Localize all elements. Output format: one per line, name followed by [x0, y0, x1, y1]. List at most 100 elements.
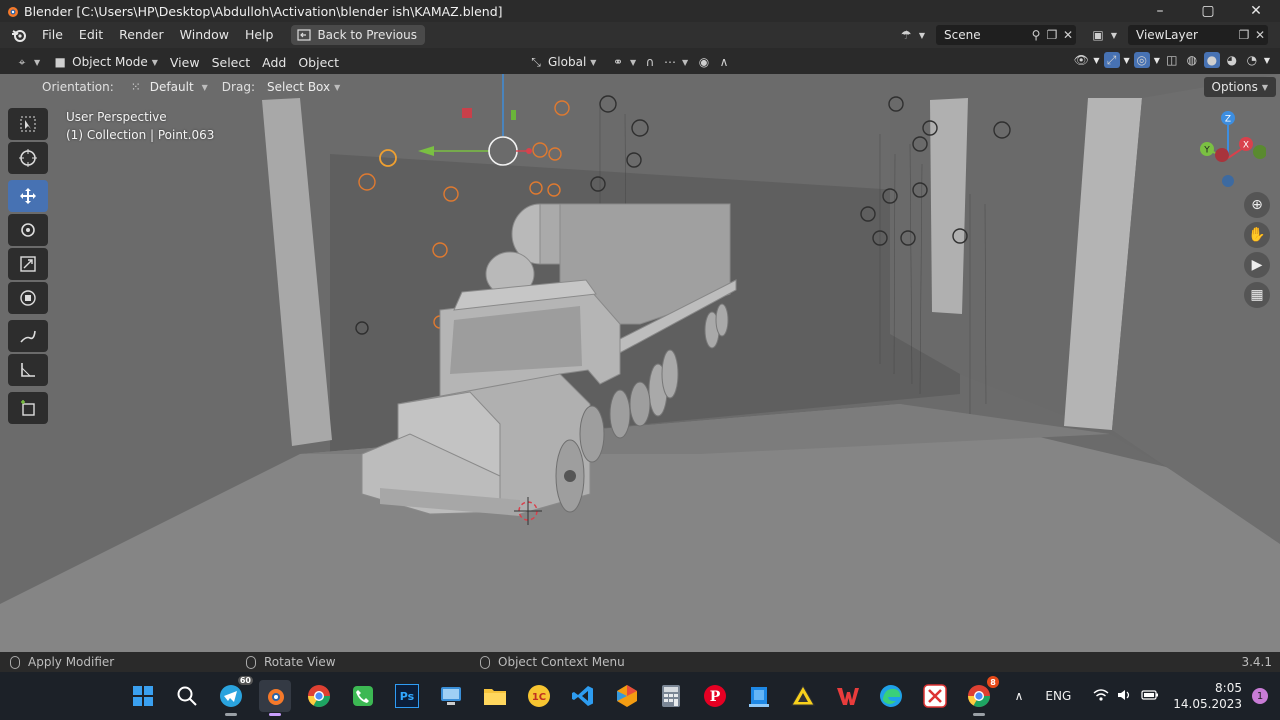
falloff-icon: ∧ [719, 55, 729, 69]
phone-app[interactable] [347, 680, 379, 712]
menu-render[interactable]: Render [111, 22, 172, 48]
rotate-icon [21, 223, 35, 237]
start-button[interactable] [127, 680, 159, 712]
search-button[interactable] [171, 680, 203, 712]
menu-object[interactable]: Object [292, 55, 345, 70]
warning-app[interactable] [787, 680, 819, 712]
red-app-icon [923, 684, 947, 708]
monitor-app[interactable] [435, 680, 467, 712]
options-button[interactable]: Options ▼ [1203, 77, 1276, 97]
wps-app[interactable] [831, 680, 863, 712]
object-mode-icon: ■ [54, 55, 66, 69]
menu-add[interactable]: Add [256, 55, 292, 70]
clock-date: 14.05.2023 [1173, 697, 1242, 711]
xray-toggle-icon[interactable]: ◫ [1164, 52, 1180, 68]
object-mode-dropdown[interactable]: ■ Object Mode ▼ [46, 52, 164, 72]
chevron-down-icon[interactable]: ▼ [1093, 56, 1099, 65]
pin-icon[interactable]: ⚲ [1028, 27, 1044, 43]
colorful-hexagon-icon [617, 685, 637, 707]
delete-scene-icon[interactable]: ✕ [1060, 27, 1076, 43]
edge-app[interactable] [875, 680, 907, 712]
chevron-down-icon: ▼ [151, 57, 158, 67]
close-button[interactable]: ✕ [1232, 0, 1280, 22]
volume-icon[interactable] [1117, 688, 1133, 705]
viewport-info-overlay: User Perspective (1) Collection | Point.… [66, 108, 214, 144]
paint-app[interactable] [611, 680, 643, 712]
x-axis-label: X [1243, 141, 1249, 151]
add-cube-tool[interactable] [8, 392, 48, 424]
measure-tool[interactable] [8, 354, 48, 386]
solid-shading-icon[interactable]: ● [1203, 52, 1220, 68]
editor-type-dropdown[interactable]: ⌖ ▼ [8, 52, 46, 72]
gizmo-toggle-icon[interactable]: ⤢ [1103, 52, 1120, 68]
language-indicator[interactable]: ENG [1045, 689, 1071, 703]
telegram-app[interactable]: 60 [215, 676, 253, 716]
minimize-button[interactable]: – [1136, 0, 1184, 22]
chat-app[interactable]: 1C [523, 680, 555, 712]
orientation-dropdown[interactable]: ⁙ Default ▼ [122, 77, 214, 97]
rendered-shading-icon[interactable]: ◔ [1244, 52, 1260, 68]
view-layer-selector[interactable]: ▣ ▼ ViewLayer ❐ ✕ [1090, 25, 1268, 45]
photoshop-app[interactable]: Ps [391, 680, 423, 712]
scale-tool[interactable] [8, 248, 48, 280]
notification-badge[interactable]: 1 [1252, 688, 1268, 704]
move-tool[interactable] [8, 180, 48, 212]
view-layer-name-field[interactable]: ViewLayer ❐ ✕ [1128, 25, 1268, 45]
chevron-down-icon[interactable]: ▼ [1264, 56, 1270, 65]
back-to-previous-button[interactable]: Back to Previous [291, 25, 425, 45]
pan-view-button[interactable]: ✋ [1244, 222, 1270, 248]
clock[interactable]: 8:05 14.05.2023 [1173, 680, 1242, 712]
maximize-button[interactable]: ▢ [1184, 0, 1232, 22]
menu-edit[interactable]: Edit [71, 22, 111, 48]
scene-render [0, 74, 1280, 652]
navigation-gizmo[interactable]: Z X Y [1190, 108, 1267, 194]
vscode-app[interactable] [567, 680, 599, 712]
chevron-down-icon[interactable]: ▼ [1154, 56, 1160, 65]
new-view-layer-icon[interactable]: ❐ [1236, 27, 1252, 43]
blender-menu-button[interactable] [8, 24, 30, 46]
chevron-down-icon[interactable]: ▼ [1124, 56, 1130, 65]
3d-viewport[interactable]: Orientation: ⁙ Default ▼ Drag: Select Bo… [0, 74, 1280, 652]
transform-tool[interactable] [8, 282, 48, 314]
scene-name-field[interactable]: Scene ⚲ ❐ ✕ [936, 25, 1076, 45]
drag-dropdown[interactable]: Select Box ▼ [263, 77, 344, 97]
store-app[interactable] [743, 680, 775, 712]
calculator-app[interactable] [655, 680, 687, 712]
zoom-view-button[interactable]: ⊕ [1244, 192, 1270, 218]
overlays-toggle-icon[interactable]: ◎ [1133, 52, 1150, 68]
menu-select[interactable]: Select [206, 55, 257, 70]
file-explorer-app[interactable] [479, 680, 511, 712]
pinterest-app[interactable]: P [699, 680, 731, 712]
visibility-eye-icon[interactable]: 👁 [1073, 52, 1089, 68]
delete-view-layer-icon[interactable]: ✕ [1252, 27, 1268, 43]
scene-selector[interactable]: ☂ ▼ Scene ⚲ ❐ ✕ [898, 25, 1076, 45]
status-middle-text: Rotate View [264, 655, 336, 669]
select-box-tool[interactable] [8, 108, 48, 140]
snap-dropdown[interactable]: ∩ ⋯ ▼ [636, 52, 694, 72]
battery-icon[interactable] [1141, 689, 1159, 704]
search-icon [177, 686, 197, 706]
annotate-tool[interactable] [8, 320, 48, 352]
perspective-toggle-button[interactable]: ▦ [1244, 282, 1270, 308]
menu-window[interactable]: Window [172, 22, 237, 48]
window-titlebar: Blender [C:\Users\HP\Desktop\Abdulloh\Ac… [0, 0, 1280, 22]
menu-help[interactable]: Help [237, 22, 282, 48]
wifi-icon[interactable] [1093, 688, 1109, 705]
blender-taskbar-app[interactable] [259, 680, 291, 716]
menu-file[interactable]: File [34, 22, 71, 48]
new-scene-icon[interactable]: ❐ [1044, 27, 1060, 43]
rotate-tool[interactable] [8, 214, 48, 246]
transform-orientation-dropdown[interactable]: ⤡ Global ▼ [522, 52, 602, 72]
wireframe-shading-icon[interactable]: ◍ [1184, 52, 1200, 68]
show-hidden-icons-chevron-icon[interactable]: ∧ [1015, 689, 1024, 703]
status-bar: Apply Modifier Rotate View Object Contex… [0, 652, 1280, 672]
camera-view-button[interactable]: ▶ [1244, 252, 1270, 278]
proportional-edit-dropdown[interactable]: ◉ ∧ [690, 52, 738, 72]
status-left-hint: Apply Modifier [10, 655, 114, 669]
redapp-app[interactable] [919, 680, 951, 712]
material-preview-icon[interactable]: ◕ [1224, 52, 1240, 68]
cursor-tool[interactable] [8, 142, 48, 174]
chrome-app[interactable] [303, 680, 335, 712]
menu-view[interactable]: View [164, 55, 206, 70]
chrome-profile-app[interactable]: 8 [963, 676, 999, 716]
